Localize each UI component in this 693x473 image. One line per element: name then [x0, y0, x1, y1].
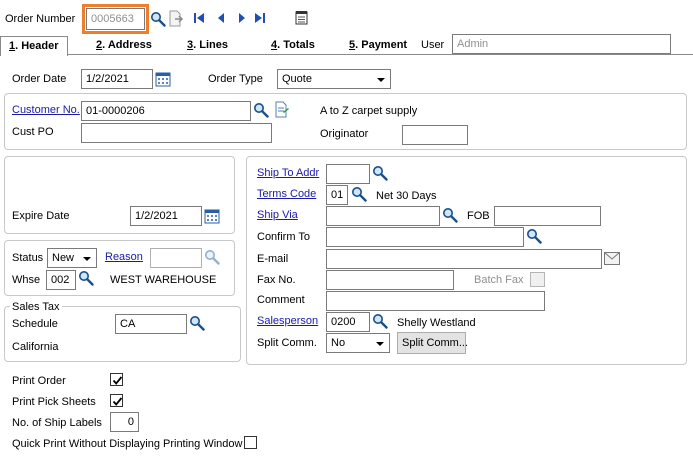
fob-label: FOB	[467, 210, 490, 222]
whse-name: WEST WAREHOUSE	[110, 274, 217, 286]
calendar-icon[interactable]	[155, 71, 171, 87]
customer-search-icon[interactable]	[253, 102, 269, 118]
sales-tax-heading: Sales Tax	[10, 300, 62, 314]
notes-icon[interactable]	[295, 10, 308, 25]
quick-print-label: Quick Print Without Displaying Printing …	[12, 438, 243, 450]
status-select[interactable]: New	[47, 248, 97, 268]
tab-lines[interactable]: 3. Lines	[187, 36, 228, 55]
print-pick-sheets-checkbox[interactable]	[110, 394, 123, 407]
salesperson-search-icon[interactable]	[372, 313, 388, 329]
previous-record-icon[interactable]	[216, 12, 226, 24]
terms-description: Net 30 Days	[376, 190, 437, 202]
customer-edit-icon[interactable]	[274, 101, 290, 119]
whse-input[interactable]: 002	[46, 270, 76, 290]
ship-labels-label: No. of Ship Labels	[12, 417, 102, 429]
checkmark-icon	[111, 395, 124, 408]
fax-label: Fax No.	[257, 274, 296, 286]
cust-po-input[interactable]	[81, 123, 272, 143]
reason-input[interactable]	[150, 248, 202, 268]
ship-via-search-icon[interactable]	[442, 207, 458, 223]
checkmark-icon	[111, 374, 124, 387]
tab-header-label: . Header	[15, 40, 59, 52]
schedule-search-icon[interactable]	[189, 315, 205, 331]
order-date-label: Order Date	[12, 73, 67, 85]
tab-address-label: . Address	[102, 39, 152, 51]
order-type-select[interactable]: Quote	[277, 69, 391, 89]
cust-po-label: Cust PO	[12, 126, 54, 138]
ship-via-link[interactable]: Ship Via	[257, 208, 298, 222]
print-order-checkbox[interactable]	[110, 373, 123, 386]
last-record-icon[interactable]	[254, 12, 266, 24]
tab-header[interactable]: 1. Header	[0, 36, 68, 56]
customer-no-input[interactable]: 01-0000206	[81, 101, 251, 121]
status-chevron-down-icon	[83, 257, 91, 261]
email-input[interactable]	[326, 249, 602, 269]
search-icon[interactable]	[150, 11, 166, 27]
comment-label: Comment	[257, 294, 305, 306]
status-value: New	[52, 252, 75, 264]
whse-label: Whse	[12, 274, 41, 286]
ship-to-addr-link[interactable]: Ship To Addr	[257, 166, 319, 180]
schedule-description: California	[12, 341, 59, 353]
tab-address[interactable]: 2. Address	[96, 36, 152, 55]
terms-code-input[interactable]: 01	[326, 185, 348, 205]
fob-input[interactable]	[494, 206, 601, 226]
order-date-input[interactable]: 1/2/2021	[81, 69, 153, 89]
ship-to-addr-input[interactable]	[326, 164, 370, 184]
fax-input[interactable]	[326, 270, 454, 290]
chevron-down-icon	[377, 78, 385, 82]
next-record-icon[interactable]	[237, 12, 247, 24]
print-pick-sheets-label: Print Pick Sheets	[12, 396, 96, 408]
order-number-input[interactable]: 0005663	[86, 8, 145, 30]
tab-payment-label: . Payment	[355, 39, 408, 51]
user-label: User	[421, 39, 445, 51]
envelope-icon[interactable]	[604, 252, 620, 265]
tab-totals-label: . Totals	[277, 39, 315, 51]
ship-via-input[interactable]	[326, 206, 440, 226]
salesperson-name: Shelly Westland	[397, 317, 476, 329]
print-order-label: Print Order	[12, 375, 66, 387]
terms-search-icon[interactable]	[351, 186, 367, 202]
quick-print-checkbox[interactable]	[244, 436, 257, 449]
tab-lines-label: . Lines	[193, 39, 228, 51]
schedule-input[interactable]: CA	[115, 314, 187, 334]
user-input[interactable]: Admin	[452, 34, 671, 54]
batch-fax-checkbox[interactable]	[530, 272, 545, 287]
expire-date-input[interactable]: 1/2/2021	[130, 206, 202, 226]
terms-code-link[interactable]: Terms Code	[257, 187, 316, 201]
expire-date-label: Expire Date	[12, 210, 70, 222]
split-comm-label: Split Comm.	[257, 337, 317, 349]
customer-no-link[interactable]: Customer No.	[12, 103, 80, 117]
ship-to-search-icon[interactable]	[372, 165, 388, 181]
confirm-to-search-icon[interactable]	[526, 228, 542, 244]
comment-input[interactable]	[326, 291, 545, 311]
split-comm-chevron-down-icon	[376, 342, 384, 346]
whse-search-icon[interactable]	[78, 270, 94, 286]
originator-label: Originator	[320, 128, 369, 140]
first-record-icon[interactable]	[193, 12, 205, 24]
salesperson-link[interactable]: Salesperson	[257, 314, 318, 328]
salesperson-input[interactable]: 0200	[326, 312, 370, 332]
copy-document-icon[interactable]	[168, 10, 184, 28]
status-label: Status	[12, 252, 44, 264]
ship-labels-input[interactable]: 0	[110, 412, 139, 432]
split-comm-button[interactable]: Split Comm...	[397, 332, 468, 354]
split-comm-value: No	[331, 337, 346, 349]
confirm-to-input[interactable]	[326, 227, 524, 247]
batch-fax-label: Batch Fax	[474, 274, 524, 286]
confirm-to-label: Confirm To	[257, 231, 310, 243]
reason-search-icon	[204, 249, 220, 265]
email-label: E-mail	[257, 253, 289, 265]
tab-payment[interactable]: 5. Payment	[349, 36, 407, 55]
originator-input[interactable]	[402, 125, 468, 145]
customer-name: A to Z carpet supply	[320, 105, 418, 117]
schedule-label: Schedule	[12, 318, 58, 330]
order-type-label: Order Type	[208, 73, 263, 85]
tab-totals[interactable]: 4. Totals	[271, 36, 315, 55]
order-number-label: Order Number	[5, 13, 76, 25]
expire-calendar-icon[interactable]	[204, 208, 220, 224]
split-comm-select[interactable]: No	[326, 333, 390, 353]
reason-link[interactable]: Reason	[105, 250, 143, 264]
order-type-value: Quote	[282, 73, 312, 85]
